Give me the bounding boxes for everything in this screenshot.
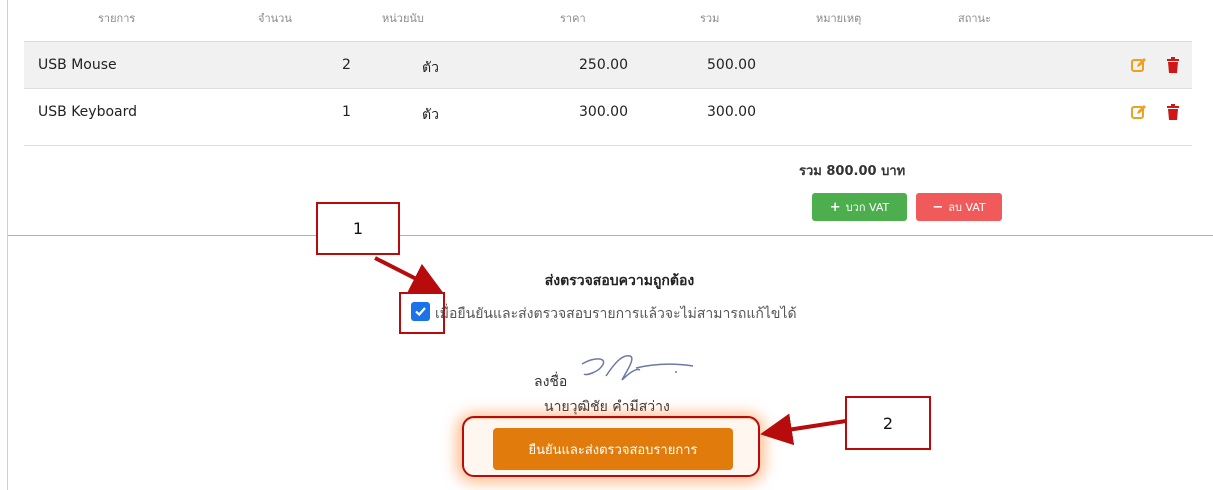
- add-vat-label: บวก VAT: [845, 201, 890, 214]
- remove-vat-button[interactable]: − ลบ VAT: [916, 193, 1002, 221]
- checkbox-label: เมื่อยืนยันและส่งตรวจสอบรายการแล้วจะไม่ส…: [435, 306, 797, 322]
- item-unit: ตัว: [422, 107, 439, 123]
- left-border: [7, 0, 8, 490]
- edit-icon[interactable]: [1131, 104, 1147, 120]
- item-qty: 2: [342, 57, 351, 73]
- section-title: ส่งตรวจสอบความถูกต้อง: [544, 273, 695, 289]
- header-qty: จำนวน: [258, 12, 292, 25]
- trash-icon[interactable]: [1165, 104, 1181, 120]
- minus-icon: −: [932, 199, 944, 215]
- item-qty: 1: [342, 104, 351, 120]
- remove-vat-label: ลบ VAT: [948, 201, 986, 214]
- annotation-highlight-checkbox: [399, 292, 445, 334]
- annotation-callout-1: 1: [316, 202, 400, 255]
- edit-icon[interactable]: [1131, 57, 1147, 73]
- table-row: USB Mouse 2 ตัว 250.00 500.00: [24, 42, 1192, 89]
- grand-total: รวม 800.00 บาท: [799, 164, 906, 179]
- item-total: 500.00: [707, 57, 756, 73]
- signer-name: นายวุฒิชัย คำมีสว่าง: [544, 399, 670, 415]
- annotation-highlight-button: [462, 416, 760, 477]
- item-name: USB Mouse: [38, 57, 117, 73]
- header-status: สถานะ: [958, 12, 991, 25]
- signature-image: [581, 355, 694, 381]
- add-vat-button[interactable]: + บวก VAT: [812, 193, 907, 221]
- header-price: ราคา: [560, 12, 586, 25]
- header-total: รวม: [700, 12, 720, 25]
- plus-icon: +: [829, 199, 841, 215]
- item-total: 300.00: [707, 104, 756, 120]
- table-row: USB Keyboard 1 ตัว 300.00 300.00: [24, 89, 1192, 146]
- table-header: รายการ จำนวน หน่วยนับ ราคา รวม หมายเหตุ …: [24, 0, 1192, 42]
- arrow-to-button: [760, 413, 847, 446]
- section-divider: [8, 235, 1213, 236]
- trash-icon[interactable]: [1165, 57, 1181, 73]
- item-price: 250.00: [579, 57, 628, 73]
- header-note: หมายเหตุ: [816, 12, 862, 25]
- header-unit: หน่วยนับ: [382, 12, 424, 25]
- signature-label: ลงชื่อ: [534, 374, 568, 390]
- item-price: 300.00: [579, 104, 628, 120]
- item-name: USB Keyboard: [38, 104, 137, 120]
- annotation-callout-2: 2: [845, 396, 931, 450]
- item-unit: ตัว: [422, 60, 439, 76]
- header-item: รายการ: [98, 12, 136, 25]
